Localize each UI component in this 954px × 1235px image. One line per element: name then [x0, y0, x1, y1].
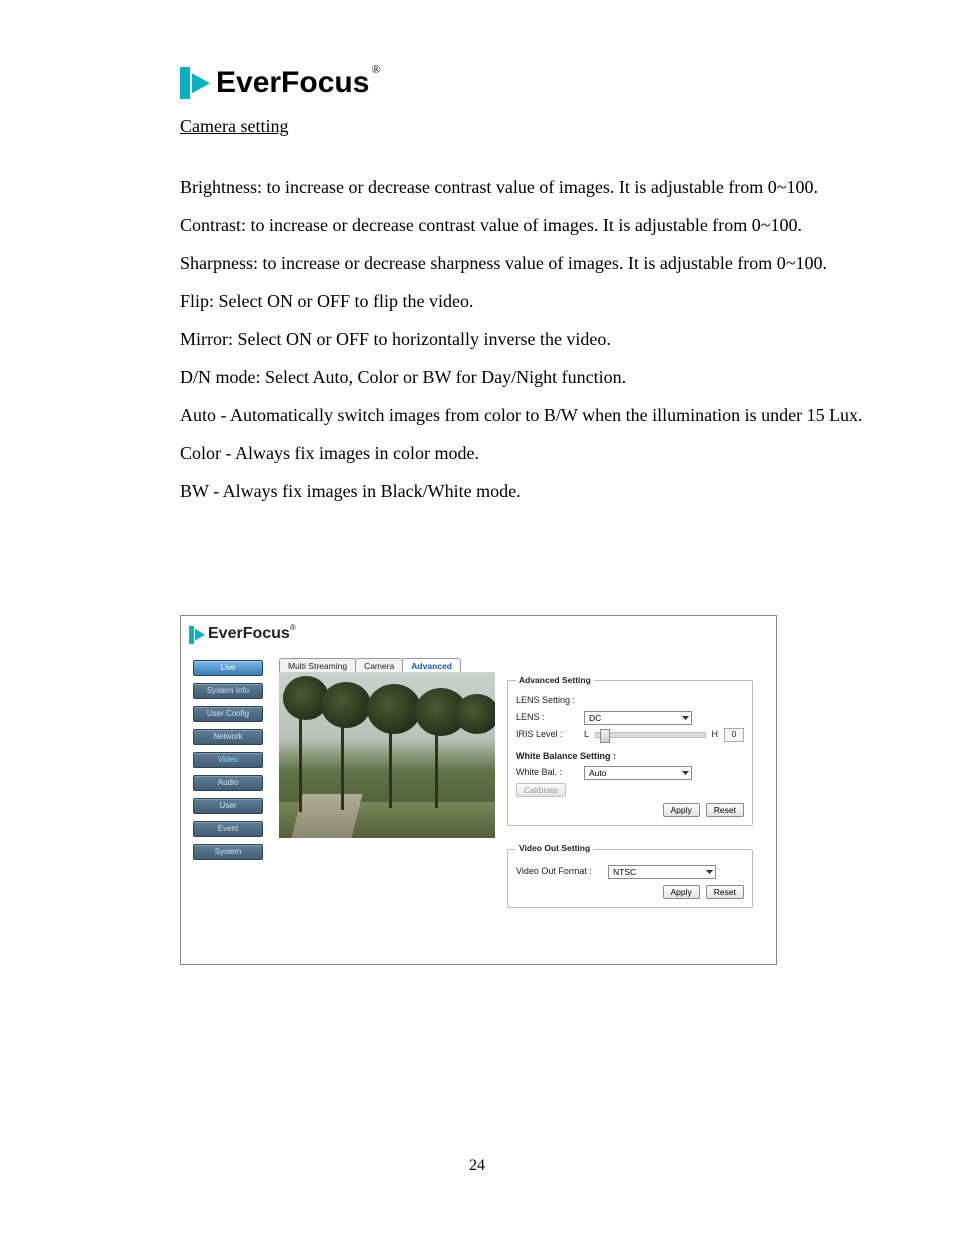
video-preview — [279, 672, 495, 838]
app-brand-word: EverFocus® — [208, 622, 296, 647]
sidebar-item-event[interactable]: Event — [193, 821, 263, 837]
brand-logo: EverFocus® — [180, 60, 864, 107]
sidebar-item-live[interactable]: Live — [193, 660, 263, 676]
video-out-reset-button[interactable]: Reset — [706, 885, 744, 899]
para-dnmode: D/N mode: Select Auto, Color or BW for D… — [180, 364, 864, 392]
video-out-setting-group: Video Out Setting Video Out Format : NTS… — [507, 842, 753, 907]
video-out-apply-button[interactable]: Apply — [663, 885, 700, 899]
white-balance-select[interactable]: Auto — [584, 766, 692, 780]
iris-value: 0 — [724, 728, 744, 742]
white-balance-setting-label: White Balance Setting : — [516, 750, 744, 764]
calibrate-button[interactable]: Calibrate — [516, 783, 566, 797]
slider-thumb-icon[interactable] — [600, 729, 610, 743]
sidebar-item-system[interactable]: System — [193, 844, 263, 860]
para-dn-auto: Auto - Automatically switch images from … — [180, 402, 864, 430]
video-out-legend: Video Out Setting — [516, 842, 593, 855]
para-sharpness: Sharpness: to increase or decrease sharp… — [180, 250, 864, 278]
sidebar-item-user[interactable]: User — [193, 798, 263, 814]
advanced-legend: Advanced Setting — [516, 674, 594, 687]
para-dn-color: Color - Always fix images in color mode. — [180, 440, 864, 468]
video-out-format-select[interactable]: NTSC — [608, 865, 716, 879]
settings-panel: Advanced Setting LENS Setting : LENS : D… — [507, 674, 753, 923]
brand-mark-icon — [180, 67, 210, 99]
lens-select[interactable]: DC — [584, 711, 692, 725]
section-title: Camera setting — [180, 113, 864, 141]
sidebar-item-video[interactable]: Video — [193, 752, 263, 768]
sidebar-item-audio[interactable]: Audio — [193, 775, 263, 791]
advanced-reset-button[interactable]: Reset — [706, 803, 744, 817]
body-text: Brightness: to increase or decrease cont… — [180, 174, 864, 505]
iris-high-label: H — [712, 728, 719, 742]
para-mirror: Mirror: Select ON or OFF to horizontally… — [180, 326, 864, 354]
sidebar-item-user-config[interactable]: User Config — [193, 706, 263, 722]
para-contrast: Contrast: to increase or decrease contra… — [180, 212, 864, 240]
para-flip: Flip: Select ON or OFF to flip the video… — [180, 288, 864, 316]
embedded-screenshot: EverFocus® Live System Info User Config … — [180, 615, 777, 965]
app-logo: EverFocus® — [189, 622, 296, 647]
advanced-apply-button[interactable]: Apply — [663, 803, 700, 817]
lens-label: LENS : — [516, 711, 578, 725]
page-number: 24 — [0, 1157, 954, 1175]
iris-slider[interactable] — [595, 732, 705, 738]
iris-label: IRIS Level : — [516, 728, 578, 742]
sidebar-item-network[interactable]: Network — [193, 729, 263, 745]
lens-setting-label: LENS Setting : — [516, 694, 744, 708]
app-mark-icon — [189, 626, 205, 644]
sidebar-item-system-info[interactable]: System Info — [193, 683, 263, 699]
para-brightness: Brightness: to increase or decrease cont… — [180, 174, 864, 202]
para-dn-bw: BW - Always fix images in Black/White mo… — [180, 478, 864, 506]
white-balance-label: White Bal. : — [516, 766, 578, 780]
sidebar: Live System Info User Config Network Vid… — [193, 660, 263, 860]
iris-low-label: L — [584, 728, 589, 742]
advanced-setting-group: Advanced Setting LENS Setting : LENS : D… — [507, 674, 753, 826]
brand-word: EverFocus® — [216, 60, 381, 107]
video-out-format-label: Video Out Format : — [516, 865, 602, 879]
